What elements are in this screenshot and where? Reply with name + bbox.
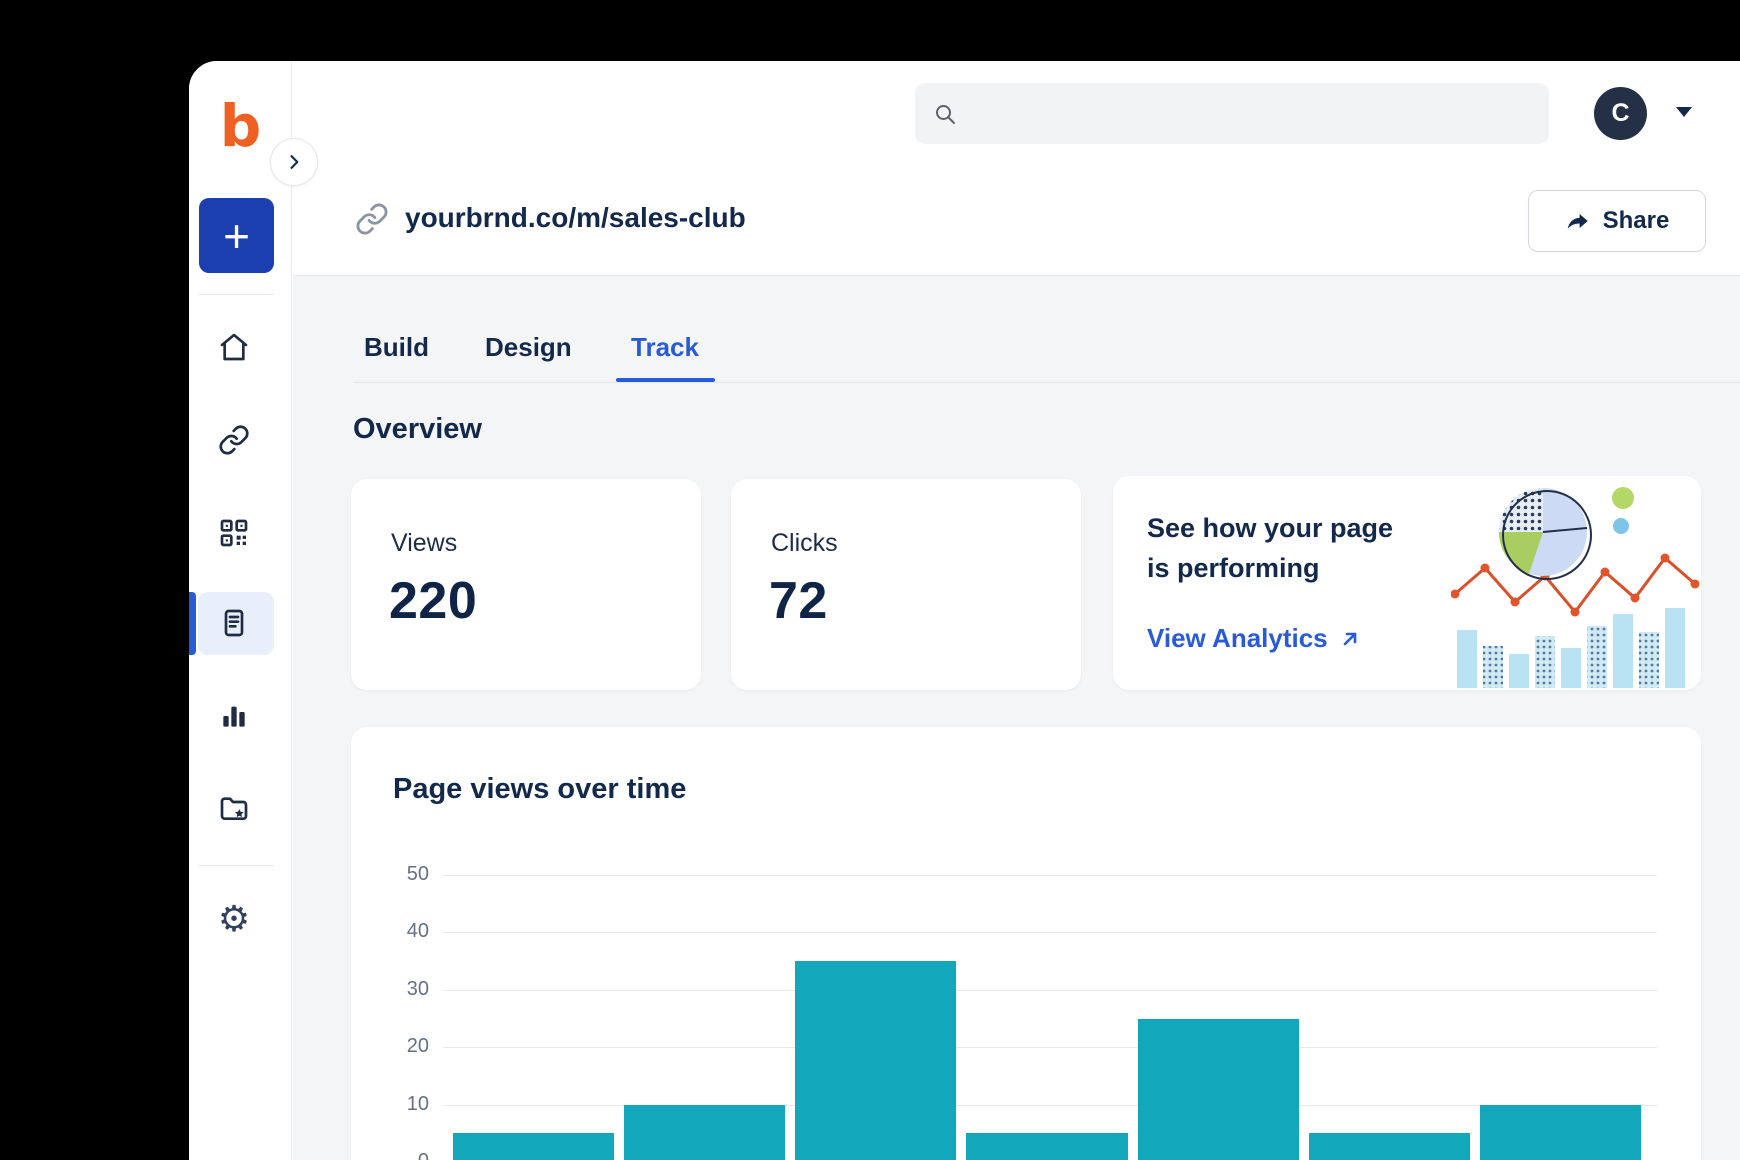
page-views-card: Page views over time 50 40 30 20 10 0	[351, 727, 1701, 1160]
chart-bar	[795, 961, 956, 1160]
tab-build[interactable]: Build	[364, 332, 429, 363]
sidebar: b +	[189, 61, 292, 1160]
y-axis-tick-label: 40	[391, 920, 429, 943]
chart-bar	[1138, 1019, 1299, 1160]
home-icon	[218, 331, 250, 363]
pages-icon	[218, 607, 250, 639]
bar-chart-icon	[218, 700, 250, 732]
sidebar-expand-button[interactable]	[270, 138, 318, 186]
folder-star-icon	[218, 792, 250, 824]
y-axis-tick-label: 10	[391, 1093, 429, 1116]
share-icon	[1565, 208, 1591, 234]
y-axis-tick-label: 30	[391, 978, 429, 1001]
sidebar-item-settings[interactable]: ⚙	[210, 896, 258, 944]
sidebar-item-campaigns[interactable]	[210, 784, 258, 832]
plus-icon: +	[223, 209, 250, 263]
chart-bar	[966, 1133, 1127, 1160]
chart-bar	[624, 1105, 785, 1160]
view-analytics-link[interactable]: View Analytics	[1147, 623, 1362, 654]
search-box[interactable]	[915, 83, 1549, 144]
search-input[interactable]	[969, 101, 1531, 127]
settings-gear-icon: ⚙	[218, 902, 250, 938]
y-axis-tick-label: 20	[391, 1035, 429, 1058]
sidebar-divider	[199, 294, 274, 295]
chart-bar	[1309, 1133, 1470, 1160]
sidebar-item-qr-codes[interactable]	[210, 509, 258, 557]
view-analytics-label: View Analytics	[1147, 623, 1328, 654]
views-stat-card: Views 220	[351, 479, 701, 690]
views-label: Views	[391, 529, 457, 558]
tab-design[interactable]: Design	[485, 332, 572, 363]
analytics-promo-card: See how your page is performing View Ana…	[1113, 476, 1701, 690]
app-window: b +	[189, 61, 1740, 1160]
y-axis-tick-label: 50	[391, 863, 429, 886]
sidebar-item-home[interactable]	[210, 323, 258, 371]
create-new-button[interactable]: +	[199, 198, 274, 273]
search-icon	[933, 102, 957, 126]
views-value: 220	[389, 571, 477, 631]
top-header: C yourbrnd.co/m/sales-club Share	[293, 61, 1740, 276]
overview-heading: Overview	[353, 413, 482, 446]
qr-code-icon	[218, 517, 250, 549]
page-title: yourbrnd.co/m/sales-club	[405, 202, 746, 234]
y-axis-tick-label: 0	[391, 1150, 429, 1160]
clicks-value: 72	[769, 571, 828, 631]
sidebar-item-links[interactable]	[210, 416, 258, 464]
avatar[interactable]: C	[1594, 87, 1647, 140]
share-button[interactable]: Share	[1528, 190, 1706, 252]
bars-container	[453, 875, 1641, 1160]
tab-track[interactable]: Track	[631, 332, 699, 363]
chart-bar	[1480, 1105, 1641, 1160]
clicks-label: Clicks	[771, 529, 838, 558]
sidebar-divider	[199, 865, 274, 866]
share-button-label: Share	[1603, 207, 1670, 235]
account-menu-caret-icon[interactable]	[1676, 107, 1692, 117]
content-area: Build Design Track Overview Views 220 Cl…	[293, 276, 1740, 1160]
sidebar-item-pages[interactable]	[210, 599, 258, 647]
arrow-up-right-icon	[1338, 627, 1362, 651]
chart-title: Page views over time	[393, 773, 686, 806]
sidebar-item-analytics[interactable]	[210, 692, 258, 740]
chart-bar	[453, 1133, 614, 1160]
link-icon	[218, 424, 250, 456]
promo-text-line1: See how your page	[1147, 513, 1393, 544]
clicks-stat-card: Clicks 72	[731, 479, 1081, 690]
tabs-divider	[353, 382, 1740, 383]
analytics-illustration	[1451, 476, 1701, 690]
link-icon	[355, 202, 389, 236]
bar-chart: 50 40 30 20 10 0	[391, 827, 1661, 1160]
promo-text-line2: is performing	[1147, 553, 1320, 584]
sidebar-active-indicator	[189, 592, 196, 655]
main-area: C yourbrnd.co/m/sales-club Share Build	[293, 61, 1740, 1160]
chevron-right-icon	[284, 152, 304, 172]
